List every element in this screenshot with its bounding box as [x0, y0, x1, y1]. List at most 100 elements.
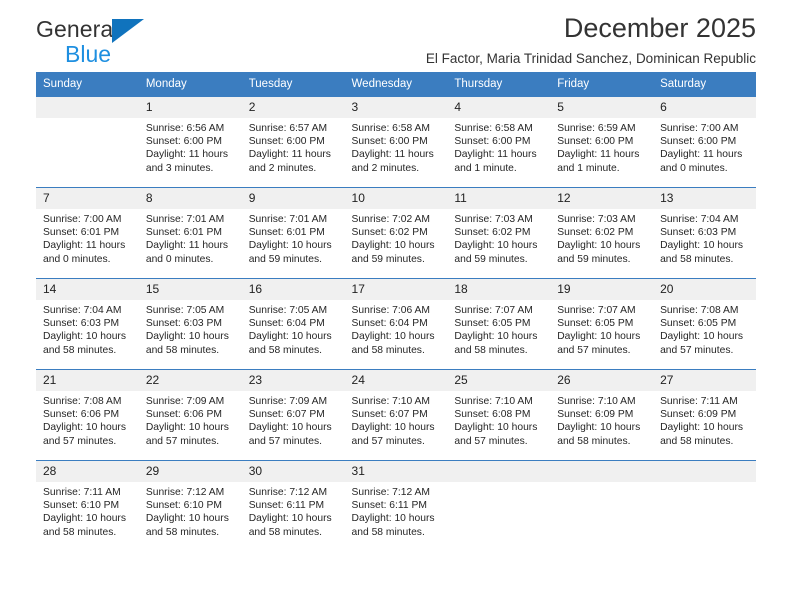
calendar-day-cell[interactable]: 22 Sunrise: 7:09 AM Sunset: 6:06 PM Dayligh… [138, 369, 242, 461]
calendar-day-cell[interactable]: 20 Sunrise: 7:08 AM Sunset: 6:05 PM Dayligh… [653, 278, 756, 370]
calendar-day-cell[interactable]: 2 Sunrise: 6:57 AM Sunset: 6:00 PM Daylight… [241, 96, 345, 188]
calendar-day-cell[interactable]: 11 Sunrise: 7:03 AM Sunset: 6:02 PM Dayligh… [447, 187, 551, 279]
day-cell-inner: 18 Sunrise: 7:07 AM Sunset: 6:05 PM Dayligh… [447, 279, 551, 369]
calendar-day-cell[interactable]: 13 Sunrise: 7:04 AM Sunset: 6:03 PM Dayligh… [653, 187, 756, 279]
day-number: 6 [653, 97, 756, 118]
calendar-day-cell[interactable]: 25 Sunrise: 7:10 AM Sunset: 6:08 PM Dayligh… [447, 369, 551, 461]
calendar-day-cell[interactable]: 10 Sunrise: 7:02 AM Sunset: 6:02 PM Dayligh… [344, 187, 448, 279]
generalblue-logo[interactable]: General Blue [36, 18, 206, 70]
day-cell-inner: 5 Sunrise: 6:59 AM Sunset: 6:00 PM Daylight… [550, 97, 654, 187]
day-details: Sunrise: 7:01 AM Sunset: 6:01 PM Daylight:… [242, 209, 345, 266]
day-details: Sunrise: 7:06 AM Sunset: 6:04 PM Daylight:… [345, 300, 448, 357]
triangle-icon [112, 19, 144, 43]
day-cell-inner: 11 Sunrise: 7:03 AM Sunset: 6:02 PM Dayligh… [447, 188, 551, 278]
day-details: Sunrise: 6:57 AM Sunset: 6:00 PM Daylight:… [242, 118, 345, 175]
daylight-text-line2: and 59 minutes. [248, 253, 322, 265]
calendar-day-cell[interactable]: 26 Sunrise: 7:10 AM Sunset: 6:09 PM Dayligh… [550, 369, 654, 461]
calendar-day-cell[interactable]: 15 Sunrise: 7:05 AM Sunset: 6:03 PM Dayligh… [138, 278, 242, 370]
day-number: 7 [36, 188, 139, 209]
sunrise-text: Sunrise: 7:07 AM [557, 305, 636, 316]
daylight-text-line2: and 58 minutes. [351, 344, 425, 356]
daylight-text-line1: Daylight: 10 hours [248, 240, 332, 252]
calendar-day-cell[interactable]: 19 Sunrise: 7:07 AM Sunset: 6:05 PM Dayligh… [550, 278, 654, 370]
calendar-day-cell[interactable]: 24 Sunrise: 7:10 AM Sunset: 6:07 PM Dayligh… [344, 369, 448, 461]
calendar-day-cell[interactable]: 1 Sunrise: 6:56 AM Sunset: 6:00 PM Daylight… [138, 96, 242, 188]
day-number: 28 [36, 461, 139, 482]
day-number: 17 [344, 279, 448, 300]
day-details: Sunrise: 7:00 AM Sunset: 6:00 PM Daylight:… [653, 118, 756, 175]
day-details: Sunrise: 7:08 AM Sunset: 6:06 PM Daylight:… [36, 391, 139, 448]
calendar-day-cell[interactable]: 6 Sunrise: 7:00 AM Sunset: 6:00 PM Daylight… [653, 96, 756, 188]
day-details: Sunrise: 7:12 AM Sunset: 6:10 PM Daylight:… [139, 482, 242, 539]
day-number: 19 [550, 279, 654, 300]
daylight-text-line2: and 57 minutes. [43, 435, 117, 447]
calendar-day-cell[interactable]: 23 Sunrise: 7:09 AM Sunset: 6:07 PM Dayligh… [241, 369, 345, 461]
sunset-text: Sunset: 6:02 PM [351, 227, 428, 239]
day-cell-inner: 15 Sunrise: 7:05 AM Sunset: 6:03 PM Dayligh… [138, 279, 242, 369]
daylight-text-line1: Daylight: 11 hours [351, 149, 434, 161]
daylight-text-line2: and 58 minutes. [145, 526, 220, 538]
day-cell-inner: 20 Sunrise: 7:08 AM Sunset: 6:05 PM Dayligh… [653, 279, 756, 369]
daylight-text-line1: Daylight: 11 hours [248, 149, 331, 161]
daylight-text-line1: Daylight: 10 hours [43, 331, 126, 343]
calendar-day-cell[interactable]: 4 Sunrise: 6:58 AM Sunset: 6:00 PM Daylight… [447, 96, 551, 188]
day-number [447, 461, 551, 482]
day-details [447, 482, 550, 486]
day-cell-inner: 12 Sunrise: 7:03 AM Sunset: 6:02 PM Dayligh… [550, 188, 654, 278]
calendar-day-cell[interactable]: 14 Sunrise: 7:04 AM Sunset: 6:03 PM Dayligh… [36, 278, 139, 370]
calendar-day-cell[interactable]: 12 Sunrise: 7:03 AM Sunset: 6:02 PM Dayligh… [550, 187, 654, 279]
day-cell-inner: 19 Sunrise: 7:07 AM Sunset: 6:05 PM Dayligh… [550, 279, 654, 369]
day-details: Sunrise: 7:07 AM Sunset: 6:05 PM Daylight:… [447, 300, 550, 357]
calendar-day-cell[interactable]: 8 Sunrise: 7:01 AM Sunset: 6:01 PM Daylight… [138, 187, 242, 279]
calendar-day-cell[interactable]: 17 Sunrise: 7:06 AM Sunset: 6:04 PM Dayligh… [344, 278, 448, 370]
sunrise-text: Sunrise: 7:11 AM [660, 396, 738, 407]
calendar-day-cell[interactable]: 28 Sunrise: 7:11 AM Sunset: 6:10 PM Dayligh… [36, 460, 139, 552]
day-details: Sunrise: 7:12 AM Sunset: 6:11 PM Daylight:… [242, 482, 345, 539]
logo-text-blue: Blue [65, 41, 112, 67]
calendar-day-cell[interactable]: 5 Sunrise: 6:59 AM Sunset: 6:00 PM Daylight… [550, 96, 654, 188]
calendar-day-cell[interactable]: 16 Sunrise: 7:05 AM Sunset: 6:04 PM Dayligh… [241, 278, 345, 370]
calendar-day-cell[interactable]: 29 Sunrise: 7:12 AM Sunset: 6:10 PM Dayligh… [138, 460, 242, 552]
calendar-day-cell[interactable]: 7 Sunrise: 7:00 AM Sunset: 6:01 PM Daylight… [36, 187, 139, 279]
day-number: 2 [241, 97, 345, 118]
day-cell-inner [36, 97, 139, 187]
calendar-day-cell[interactable]: 31 Sunrise: 7:12 AM Sunset: 6:11 PM Dayligh… [344, 460, 448, 552]
day-cell-inner: 6 Sunrise: 7:00 AM Sunset: 6:00 PM Daylight… [653, 97, 756, 187]
calendar-day-cell[interactable]: 3 Sunrise: 6:58 AM Sunset: 6:00 PM Daylight… [344, 96, 448, 188]
day-number: 29 [138, 461, 242, 482]
day-details [36, 118, 139, 122]
day-cell-inner: 17 Sunrise: 7:06 AM Sunset: 6:04 PM Dayligh… [344, 279, 448, 369]
calendar-day-cell[interactable]: 30 Sunrise: 7:12 AM Sunset: 6:11 PM Dayligh… [241, 460, 345, 552]
daylight-text-line2: and 58 minutes. [248, 344, 322, 356]
day-number: 9 [241, 188, 345, 209]
sunrise-text: Sunrise: 7:08 AM [43, 396, 122, 407]
daylight-text-line1: Daylight: 10 hours [351, 331, 435, 343]
day-cell-inner: 14 Sunrise: 7:04 AM Sunset: 6:03 PM Dayligh… [36, 279, 139, 369]
day-details: Sunrise: 7:05 AM Sunset: 6:04 PM Daylight:… [242, 300, 345, 357]
day-details: Sunrise: 7:08 AM Sunset: 6:05 PM Daylight:… [653, 300, 756, 357]
sunrise-text: Sunrise: 7:04 AM [660, 214, 739, 225]
day-number: 15 [138, 279, 242, 300]
calendar-day-cell[interactable]: 21 Sunrise: 7:08 AM Sunset: 6:06 PM Dayligh… [36, 369, 139, 461]
sunrise-text: Sunrise: 7:03 AM [557, 214, 636, 225]
daylight-text-line1: Daylight: 10 hours [351, 513, 435, 525]
calendar-day-cell-empty [550, 460, 654, 552]
sunset-text: Sunset: 6:00 PM [557, 136, 634, 148]
day-number: 11 [447, 188, 551, 209]
sunset-text: Sunset: 6:03 PM [43, 318, 120, 330]
calendar-day-cell[interactable]: 18 Sunrise: 7:07 AM Sunset: 6:05 PM Dayligh… [447, 278, 551, 370]
daylight-text-line1: Daylight: 10 hours [145, 331, 229, 343]
day-number [550, 461, 654, 482]
sunset-text: Sunset: 6:01 PM [248, 227, 325, 239]
sunrise-text: Sunrise: 7:12 AM [248, 487, 328, 498]
sunrise-text: Sunrise: 7:10 AM [351, 396, 430, 407]
sunset-text: Sunset: 6:07 PM [351, 409, 428, 421]
sunset-text: Sunset: 6:11 PM [351, 500, 427, 512]
daylight-text-line2: and 58 minutes. [351, 526, 425, 538]
calendar-day-cell[interactable]: 9 Sunrise: 7:01 AM Sunset: 6:01 PM Daylight… [241, 187, 345, 279]
calendar-day-cell[interactable]: 27 Sunrise: 7:11 AM Sunset: 6:09 PM Dayligh… [653, 369, 756, 461]
daylight-text-line2: and 0 minutes. [145, 253, 214, 265]
day-cell-inner [653, 461, 756, 552]
calendar-week-row: 7 Sunrise: 7:00 AM Sunset: 6:01 PM Daylight… [36, 187, 756, 279]
daylight-text-line1: Daylight: 10 hours [351, 422, 435, 434]
